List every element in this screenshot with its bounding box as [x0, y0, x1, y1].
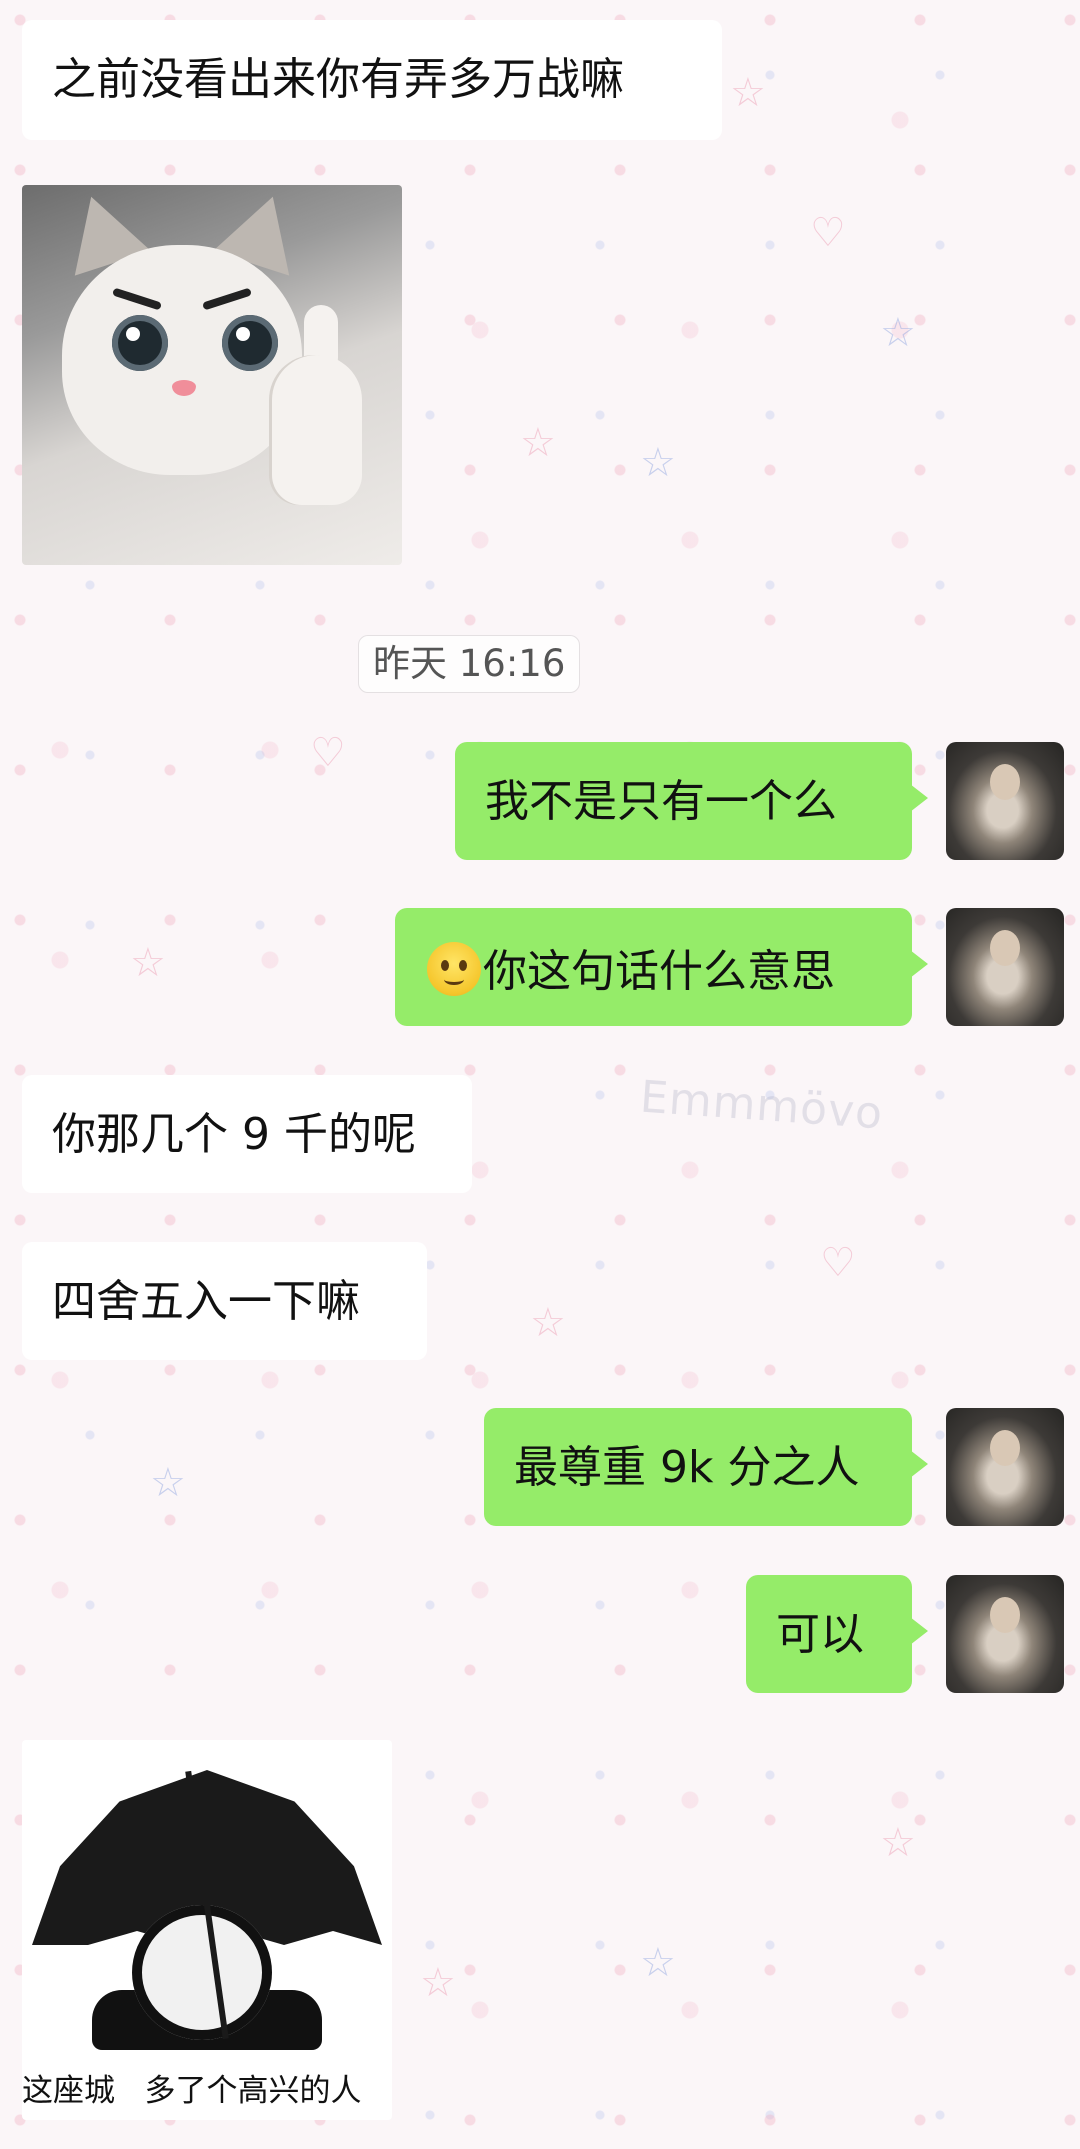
avatar-face	[990, 930, 1020, 966]
star-icon: ☆	[520, 420, 556, 466]
message-bubble-outgoing[interactable]: 可以	[746, 1575, 928, 1693]
message-bubble-incoming[interactable]: 四舍五入一下嘛	[22, 1242, 427, 1360]
star-icon: ☆	[640, 440, 676, 486]
star-icon: ☆	[730, 70, 766, 116]
timestamp-divider: 昨天 16:16	[358, 635, 581, 693]
cat-thumbs-up-sticker[interactable]	[22, 185, 402, 565]
sticker-caption: 这座城 多了个高兴的人	[22, 2073, 362, 2109]
cat-eye	[112, 315, 168, 371]
star-icon: ☆	[130, 940, 166, 986]
avatar[interactable]	[946, 908, 1064, 1026]
smile-emoji-icon	[427, 942, 481, 996]
avatar[interactable]	[946, 1575, 1064, 1693]
star-icon: ☆	[420, 1960, 456, 2006]
message-bubble-outgoing[interactable]: 我不是只有一个么	[455, 742, 928, 860]
message-text: 最尊重 9k 分之人	[514, 1442, 860, 1493]
heart-icon: ♡	[810, 210, 846, 256]
cat-eye	[222, 315, 278, 371]
message-text: 可以	[776, 1609, 864, 1660]
avatar-face	[990, 1597, 1020, 1633]
message-bubble-incoming[interactable]: 之前没看出来你有弄多万战嘛	[22, 20, 722, 140]
message-bubble-incoming[interactable]: 你那几个 9 千的呢	[22, 1075, 472, 1193]
star-icon: ☆	[530, 1300, 566, 1346]
avatar[interactable]	[946, 742, 1064, 860]
heart-icon: ♡	[820, 1240, 856, 1286]
avatar-face	[990, 1430, 1020, 1466]
avatar-face	[990, 764, 1020, 800]
star-icon: ☆	[880, 310, 916, 356]
message-text: 你这句话什么意思	[483, 946, 835, 997]
cat-paw	[272, 355, 362, 505]
panda-face	[132, 1905, 272, 2040]
message-text: 你那几个 9 千的呢	[52, 1109, 416, 1160]
message-text: 四舍五入一下嘛	[52, 1276, 360, 1327]
star-icon: ☆	[150, 1460, 186, 1506]
star-icon: ☆	[880, 1820, 916, 1866]
avatar[interactable]	[946, 1408, 1064, 1526]
message-bubble-outgoing[interactable]: 你这句话什么意思	[395, 908, 928, 1026]
watermark-text: Emmmövo	[638, 1071, 885, 1140]
panda-umbrella-sticker[interactable]: 这座城 多了个高兴的人	[22, 1740, 392, 2120]
heart-icon: ♡	[310, 730, 346, 776]
message-text: 我不是只有一个么	[485, 776, 837, 827]
message-bubble-outgoing[interactable]: 最尊重 9k 分之人	[484, 1408, 928, 1526]
star-icon: ☆	[640, 1940, 676, 1986]
message-text: 之前没看出来你有弄多万战嘛	[52, 54, 624, 105]
